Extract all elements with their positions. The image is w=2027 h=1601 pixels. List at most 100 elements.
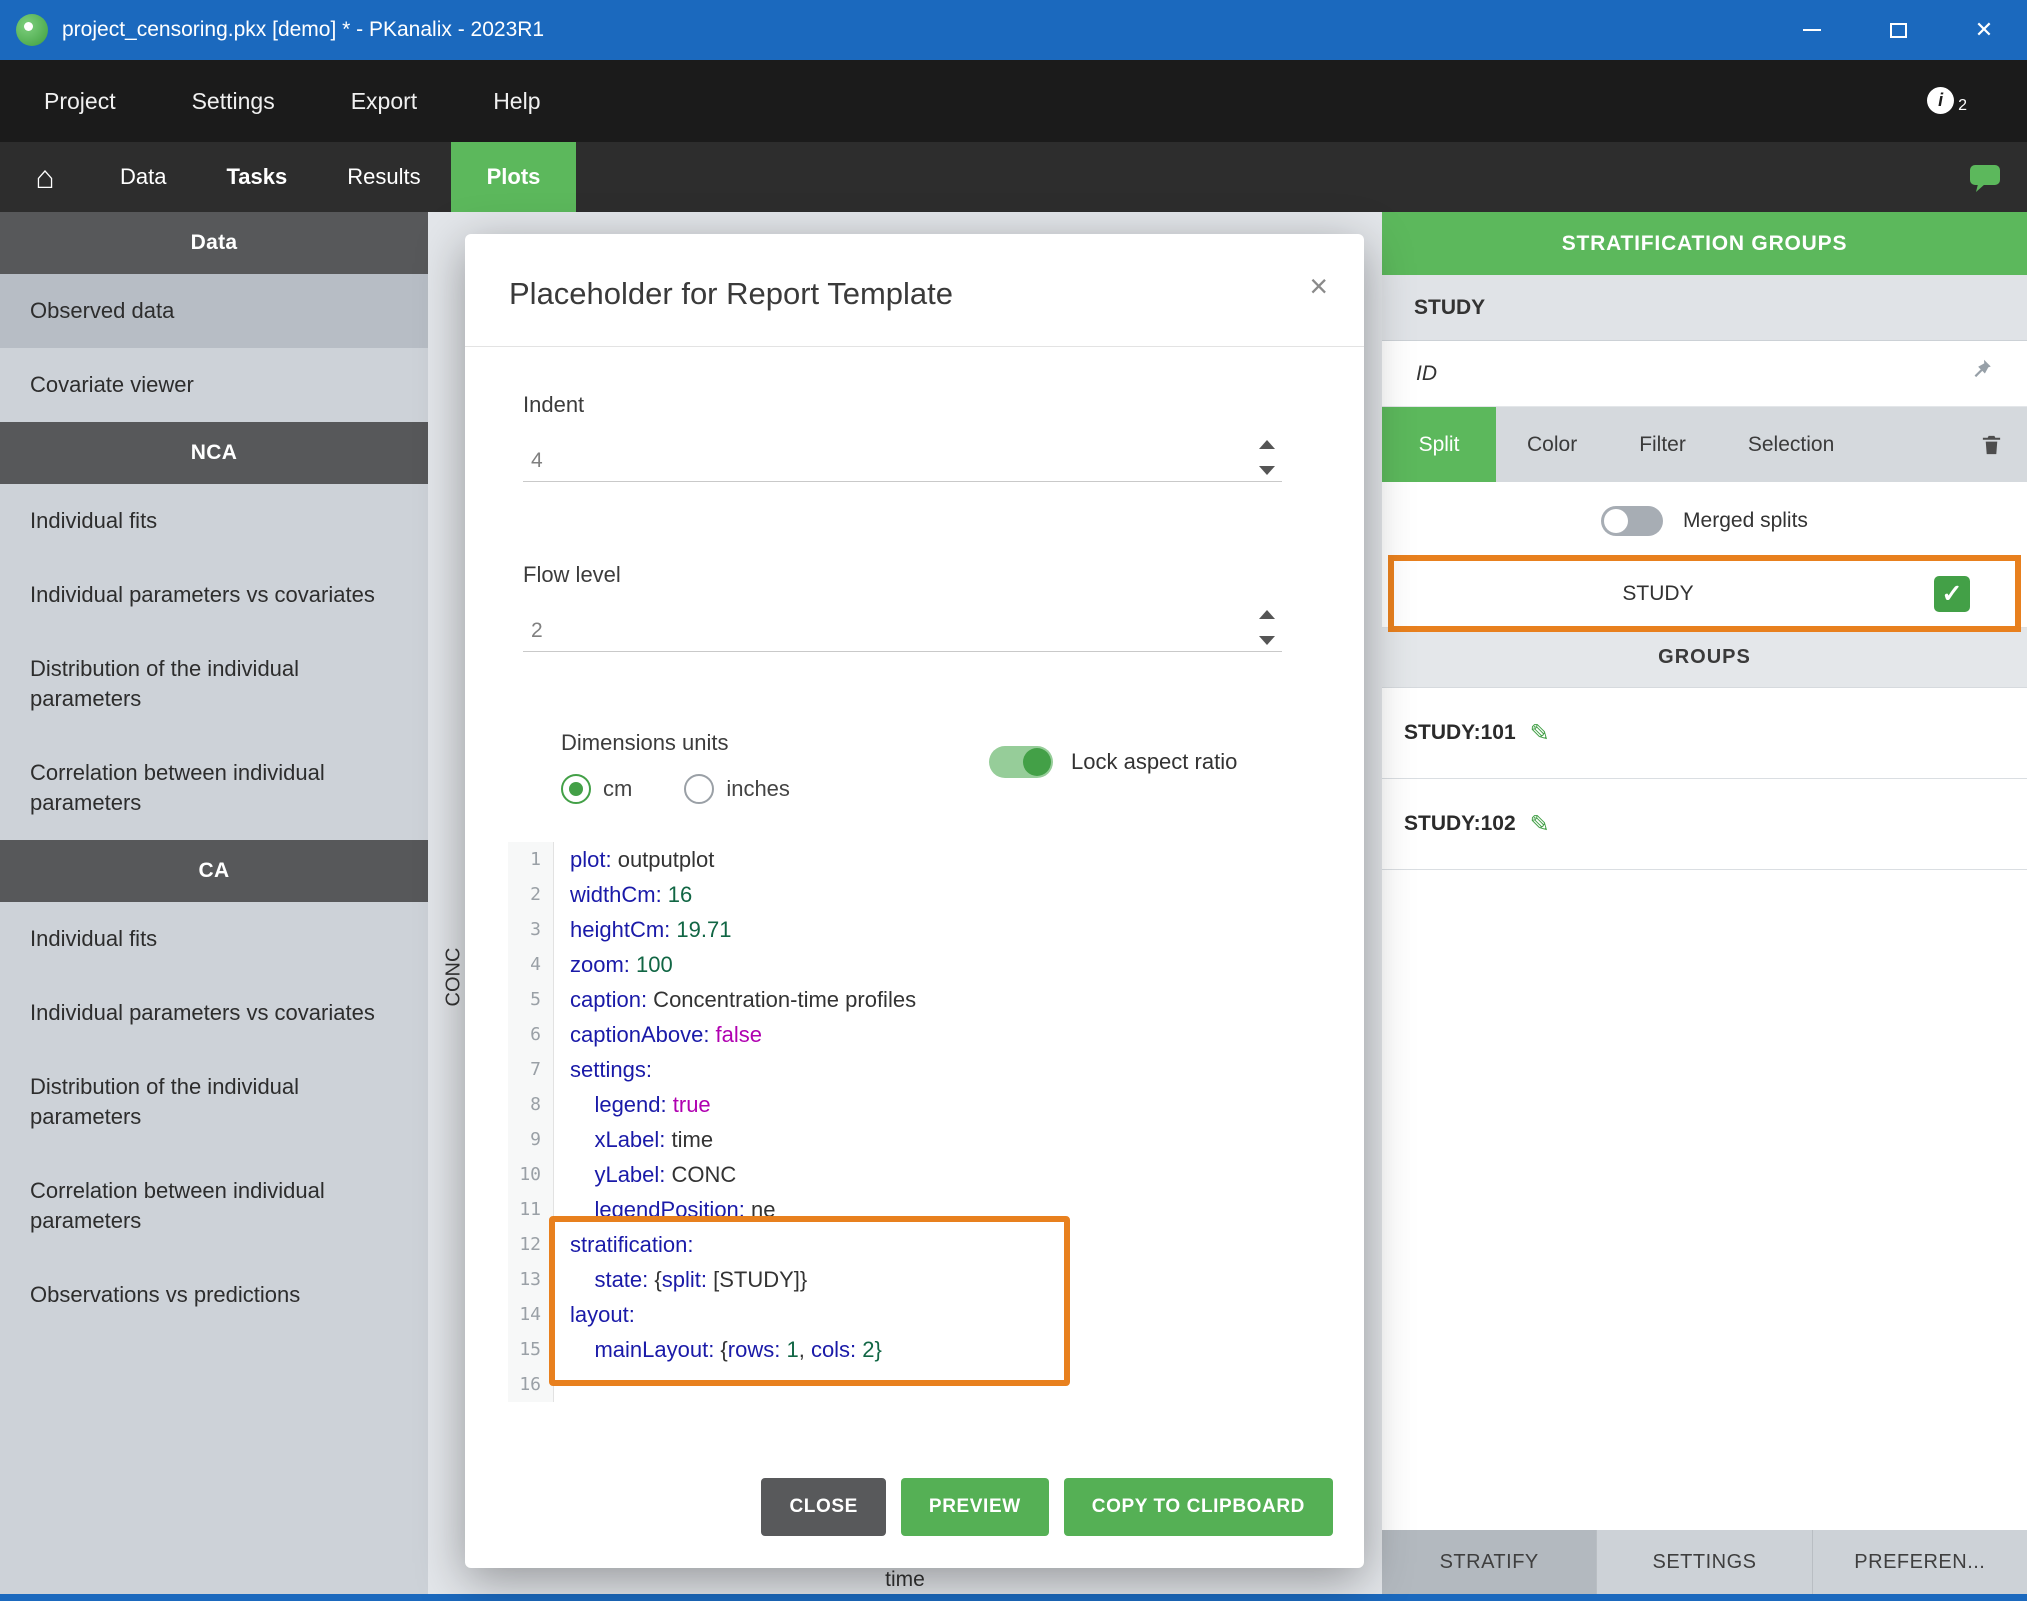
spinner-down-icon[interactable] xyxy=(1259,466,1275,475)
code-line[interactable]: 5caption: Concentration-time profiles xyxy=(508,982,1340,1017)
code-line[interactable]: 10 yLabel: CONC xyxy=(508,1157,1340,1192)
sidebar-item-ca-correlation[interactable]: Correlation between individual parameter… xyxy=(0,1154,428,1258)
maximize-button[interactable] xyxy=(1855,0,1941,60)
code-line-text: caption: Concentration-time profiles xyxy=(554,982,916,1017)
sidebar-item-ca-individual-fits[interactable]: Individual fits xyxy=(0,902,428,976)
tab-color[interactable]: Color xyxy=(1496,407,1608,482)
code-line[interactable]: 7settings: xyxy=(508,1052,1340,1087)
sidebar-item-covariate-viewer[interactable]: Covariate viewer xyxy=(0,348,428,422)
code-line[interactable]: 6captionAbove: false xyxy=(508,1017,1340,1052)
radio-cm-label: cm xyxy=(603,776,632,802)
minimize-button[interactable] xyxy=(1769,0,1855,60)
split-study-row: STUDY ✓ xyxy=(1382,560,2027,628)
code-line[interactable]: 11 legendPosition: ne xyxy=(508,1192,1340,1227)
sidebar-section-data: Data xyxy=(0,212,428,274)
code-line[interactable]: 13 state: {split: [STUDY]} xyxy=(508,1262,1340,1297)
stratify-tab-button[interactable]: STRATIFY xyxy=(1382,1530,1596,1594)
tab-selection[interactable]: Selection xyxy=(1717,407,1865,482)
window-border xyxy=(0,1594,2027,1601)
radio-cm[interactable] xyxy=(561,774,591,804)
dialog-title: Placeholder for Report Template xyxy=(509,276,953,312)
pin-icon[interactable] xyxy=(1966,357,1993,390)
menu-item-help[interactable]: Help xyxy=(455,60,578,142)
preview-button[interactable]: PREVIEW xyxy=(901,1478,1049,1536)
stratification-panel: STRATIFICATION GROUPS STUDY ID Split Col… xyxy=(1382,212,2027,1594)
radio-inches[interactable] xyxy=(684,774,714,804)
stratification-tabs: Split Color Filter Selection xyxy=(1382,407,2027,482)
edit-group-icon[interactable]: ✎ xyxy=(1530,810,1550,839)
sidebar-item-ca-parameters-vs-covariates[interactable]: Individual parameters vs covariates xyxy=(0,976,428,1050)
indent-input[interactable]: 4 xyxy=(523,434,1282,482)
code-line-text: settings: xyxy=(554,1052,652,1087)
code-line-text: zoom: 100 xyxy=(554,947,673,982)
dialog-close-button[interactable]: × xyxy=(1309,268,1328,305)
code-line[interactable]: 16 xyxy=(508,1367,1340,1402)
tab-split[interactable]: Split xyxy=(1382,407,1496,482)
sidebar-item-ca-observations-vs-predictions[interactable]: Observations vs predictions xyxy=(0,1258,428,1332)
code-line-text: layout: xyxy=(554,1297,635,1332)
sidebar-item-nca-parameters-vs-covariates[interactable]: Individual parameters vs covariates xyxy=(0,558,428,632)
code-line-text xyxy=(554,1367,570,1402)
sidebar-item-nca-distribution[interactable]: Distribution of the individual parameter… xyxy=(0,632,428,736)
minimize-icon xyxy=(1803,29,1821,31)
merged-splits-label: Merged splits xyxy=(1683,509,1808,533)
tab-plots[interactable]: Plots xyxy=(451,142,577,212)
home-button[interactable]: ⌂ xyxy=(0,142,90,212)
code-line[interactable]: 12stratification: xyxy=(508,1227,1340,1262)
sidebar-item-nca-individual-fits[interactable]: Individual fits xyxy=(0,484,428,558)
spinner-up-icon[interactable] xyxy=(1259,440,1275,449)
lock-aspect-ratio-toggle[interactable] xyxy=(989,746,1053,778)
covariate-row-label: STUDY xyxy=(1414,296,1485,320)
preferences-tab-button[interactable]: PREFEREN... xyxy=(1812,1530,2027,1594)
tab-filter[interactable]: Filter xyxy=(1608,407,1717,482)
spinner-down-icon[interactable] xyxy=(1259,636,1275,645)
tab-data[interactable]: Data xyxy=(90,142,196,212)
tab-results[interactable]: Results xyxy=(317,142,450,212)
split-study-checkbox[interactable]: ✓ xyxy=(1934,576,1970,612)
window-title: project_censoring.pkx [demo] * - PKanali… xyxy=(62,18,544,42)
covariate-row-study[interactable]: STUDY xyxy=(1382,275,2027,341)
edit-group-icon[interactable]: ✎ xyxy=(1530,719,1550,748)
tab-tasks[interactable]: Tasks xyxy=(196,142,317,212)
code-line-text: xLabel: time xyxy=(554,1122,713,1157)
sidebar-section-ca: CA xyxy=(0,840,428,902)
id-row-label: ID xyxy=(1416,362,1437,386)
spinner-up-icon[interactable] xyxy=(1259,610,1275,619)
line-number: 15 xyxy=(508,1332,554,1367)
menu-item-project[interactable]: Project xyxy=(6,60,154,142)
plot-y-axis-label: CONC xyxy=(443,948,466,1007)
code-line[interactable]: 14layout: xyxy=(508,1297,1340,1332)
covariate-row-id[interactable]: ID xyxy=(1382,341,2027,407)
settings-tab-button[interactable]: SETTINGS xyxy=(1596,1530,1811,1594)
code-line-text: plot: outputplot xyxy=(554,842,714,877)
lock-aspect-ratio-label: Lock aspect ratio xyxy=(1071,749,1237,775)
sidebar-item-ca-distribution[interactable]: Distribution of the individual parameter… xyxy=(0,1050,428,1154)
menu-item-settings[interactable]: Settings xyxy=(154,60,313,142)
code-line-text: widthCm: 16 xyxy=(554,877,692,912)
code-line[interactable]: 8 legend: true xyxy=(508,1087,1340,1122)
copy-to-clipboard-button[interactable]: COPY TO CLIPBOARD xyxy=(1064,1478,1333,1536)
code-line[interactable]: 2widthCm: 16 xyxy=(508,877,1340,912)
code-line-text: legend: true xyxy=(554,1087,711,1122)
group-label: STUDY:102 xyxy=(1404,812,1516,836)
close-dialog-button[interactable]: CLOSE xyxy=(761,1478,885,1536)
sidebar-item-observed-data[interactable]: Observed data xyxy=(0,274,428,348)
code-line[interactable]: 4zoom: 100 xyxy=(508,947,1340,982)
sidebar-item-nca-correlation[interactable]: Correlation between individual parameter… xyxy=(0,736,428,840)
merged-splits-toggle[interactable] xyxy=(1601,506,1663,536)
code-line[interactable]: 3heightCm: 19.71 xyxy=(508,912,1340,947)
code-line-text: state: {split: [STUDY]} xyxy=(554,1262,807,1297)
menu-item-export[interactable]: Export xyxy=(313,60,455,142)
info-button[interactable]: i 2 xyxy=(1927,87,1967,115)
code-line[interactable]: 1plot: outputplot xyxy=(508,842,1340,877)
code-line[interactable]: 15 mainLayout: {rows: 1, cols: 2} xyxy=(508,1332,1340,1367)
code-line[interactable]: 9 xLabel: time xyxy=(508,1122,1340,1157)
code-line-text: mainLayout: {rows: 1, cols: 2} xyxy=(554,1332,882,1367)
feedback-button[interactable] xyxy=(1969,142,2001,212)
delete-stratification-button[interactable] xyxy=(1980,407,2003,482)
close-button[interactable]: ✕ xyxy=(1941,0,2027,60)
flow-level-input[interactable]: 2 xyxy=(523,604,1282,652)
line-number: 13 xyxy=(508,1262,554,1297)
pkanalix-logo-icon xyxy=(16,14,48,46)
groups-header: GROUPS xyxy=(1382,628,2027,688)
